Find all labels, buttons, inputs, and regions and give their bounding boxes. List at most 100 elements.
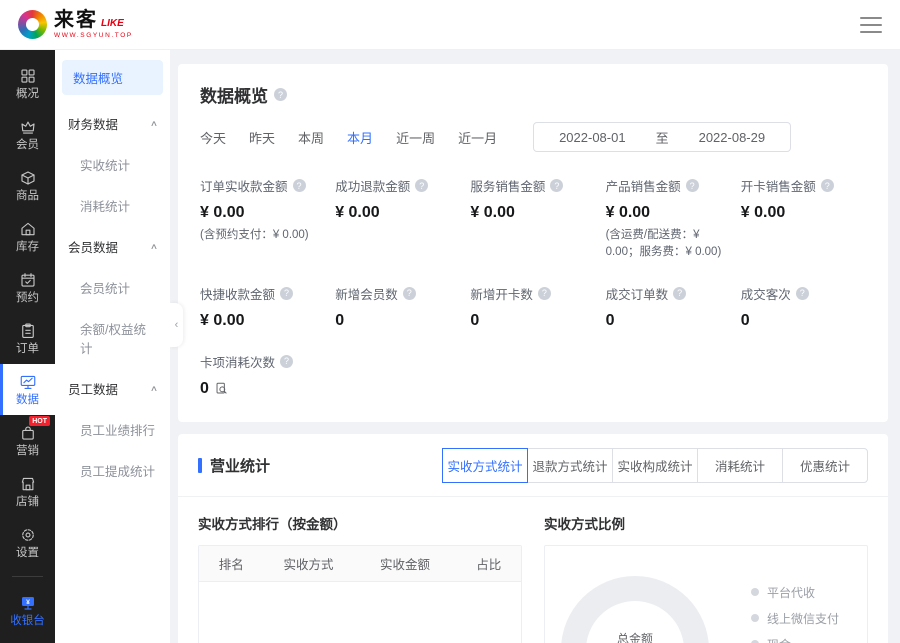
date-start-input[interactable]: 2022-08-01 [559, 130, 626, 145]
submenu-item[interactable]: 实收统计 [55, 144, 170, 185]
top-header: 来客 LIKE WWW.SGYUN.TOP [0, 0, 900, 50]
donut-center-label: 总金额 [617, 630, 653, 643]
stat-value: ¥ 0.00 [470, 204, 514, 222]
sidebar-item-store[interactable]: 店铺 [0, 466, 55, 517]
stat-tab[interactable]: 实收方式统计 [442, 448, 528, 483]
sidebar-icon [19, 475, 37, 493]
submenu-item[interactable]: 数据概览 [62, 60, 163, 95]
submenu-item-label: 余额/权益统计 [80, 323, 146, 356]
sidebar-icon [19, 118, 37, 136]
primary-nav-list: 概况 会员 商品 库存 [0, 58, 55, 568]
stat-cell: 新增会员数 0 [335, 284, 460, 330]
stat-tab[interactable]: 退款方式统计 [527, 448, 613, 483]
help-icon[interactable] [821, 179, 834, 192]
help-icon[interactable] [686, 179, 699, 192]
legend-label: 平台代收 [767, 584, 815, 601]
stat-cell: 开卡销售金额 ¥ 0.00 [741, 176, 866, 262]
stat-tab[interactable]: 优惠统计 [782, 448, 868, 483]
legend-dot-icon [751, 588, 759, 596]
sidebar-item-bag[interactable]: HOT 营销 [0, 415, 55, 466]
sidebar-item-label: 预约 [16, 293, 39, 305]
sidebar-item-house[interactable]: 库存 [0, 211, 55, 262]
sidebar-icon [19, 169, 37, 187]
submenu-item[interactable]: 余额/权益统计 [55, 308, 170, 368]
quick-filter[interactable]: 近一月 [458, 128, 497, 147]
submenu-item[interactable]: 员工数据 [55, 368, 170, 409]
quick-filter[interactable]: 本月 [347, 128, 373, 147]
legend-label: 线上微信支付 [767, 610, 839, 627]
empty-state: 暂无数据 [199, 582, 521, 643]
stat-tab[interactable]: 实收构成统计 [612, 448, 698, 483]
stat-label: 新增会员数 [335, 284, 398, 303]
proportion-title: 实收方式比例 [544, 513, 868, 533]
date-end-input[interactable]: 2022-08-29 [699, 130, 766, 145]
page-title: 数据概览 [200, 82, 268, 107]
sidebar-item-label: 商品 [16, 191, 39, 203]
stat-label: 新增开卡数 [470, 284, 533, 303]
sidebar-icon [19, 526, 37, 544]
stat-label: 服务销售金额 [470, 176, 545, 195]
section-title: 营业统计 [198, 455, 270, 476]
submenu-item[interactable]: 员工提成统计 [55, 450, 170, 491]
help-icon[interactable] [538, 287, 551, 300]
submenu-item[interactable]: 消耗统计 [55, 185, 170, 226]
sidebar-item-label: 概况 [16, 89, 39, 101]
table-column-header: 实收方式 [263, 554, 353, 573]
sidebar-icon [19, 322, 37, 340]
sidebar-icon [19, 220, 37, 238]
submenu-item[interactable]: 会员统计 [55, 267, 170, 308]
hamburger-menu-icon[interactable] [860, 17, 882, 33]
overview-card: 数据概览 今天 昨天 本周 本月 近一周 [178, 64, 888, 422]
primary-sidebar: 概况 会员 商品 库存 [0, 50, 55, 643]
sidebar-item-calendar[interactable]: 预约 [0, 262, 55, 313]
ranking-table-header: 排名 实收方式 实收金额 占比 [199, 546, 521, 582]
stat-value: 0 [741, 312, 750, 330]
stat-tab[interactable]: 消耗统计 [697, 448, 783, 483]
help-icon[interactable] [293, 179, 306, 192]
submenu-item-label: 员工提成统计 [80, 465, 155, 479]
stat-label: 开卡销售金额 [741, 176, 816, 195]
help-icon[interactable] [796, 287, 809, 300]
sidebar-item-box[interactable]: 商品 [0, 160, 55, 211]
submenu-item[interactable]: 员工业绩排行 [55, 409, 170, 450]
help-icon[interactable] [274, 88, 287, 101]
sidebar-item-gear[interactable]: 设置 [0, 517, 55, 568]
help-icon[interactable] [403, 287, 416, 300]
submenu-item[interactable]: 会员数据 [55, 226, 170, 267]
sidebar-item-grid[interactable]: 概况 [0, 58, 55, 109]
quick-filter[interactable]: 近一周 [396, 128, 435, 147]
sidebar-item-label: 数据 [16, 395, 39, 407]
report-detail-icon[interactable] [215, 382, 228, 395]
help-icon[interactable] [673, 287, 686, 300]
date-range-picker[interactable]: 2022-08-01 至 2022-08-29 [533, 122, 791, 152]
proportion-panel: 实收方式比例 总金额 ¥ 0.00 [544, 513, 868, 643]
stat-cell: 快捷收款金额 ¥ 0.00 [200, 284, 325, 330]
legend-item[interactable]: 线上微信支付 [751, 610, 852, 627]
legend-item[interactable]: 平台代收 [751, 584, 852, 601]
quick-filter[interactable]: 今天 [200, 128, 226, 147]
sidebar-item-monitor[interactable]: 数据 [0, 364, 55, 415]
help-icon[interactable] [280, 355, 293, 368]
quick-filter[interactable]: 昨天 [249, 128, 275, 147]
sidebar-item-clipboard[interactable]: 订单 [0, 313, 55, 364]
stat-value: ¥ 0.00 [606, 204, 650, 222]
submenu-item-label: 员工数据 [68, 379, 118, 398]
sidebar-icon [19, 373, 37, 391]
help-icon[interactable] [280, 287, 293, 300]
ranking-title: 实收方式排行（按金额） [198, 513, 522, 533]
quick-filter[interactable]: 本周 [298, 128, 324, 147]
sidebar-item-label: 店铺 [16, 497, 39, 509]
legend-item[interactable]: 现金 [751, 636, 852, 643]
help-icon[interactable] [415, 179, 428, 192]
submenu-item-label: 会员数据 [68, 237, 118, 256]
sidebar-item-cashier[interactable]: ¥ 收银台 [0, 585, 55, 636]
sidebar-collapse-handle[interactable] [170, 303, 183, 347]
submenu-item[interactable]: 财务数据 [55, 103, 170, 144]
submenu-item-label: 会员统计 [80, 282, 130, 296]
sidebar-item-crown[interactable]: 会员 [0, 109, 55, 160]
stat-cell: 成交客次 0 [741, 284, 866, 330]
help-icon[interactable] [550, 179, 563, 192]
stat-label: 快捷收款金额 [200, 284, 275, 303]
table-column-header: 占比 [457, 554, 521, 573]
main-content: 数据概览 今天 昨天 本周 本月 近一周 [170, 50, 900, 643]
